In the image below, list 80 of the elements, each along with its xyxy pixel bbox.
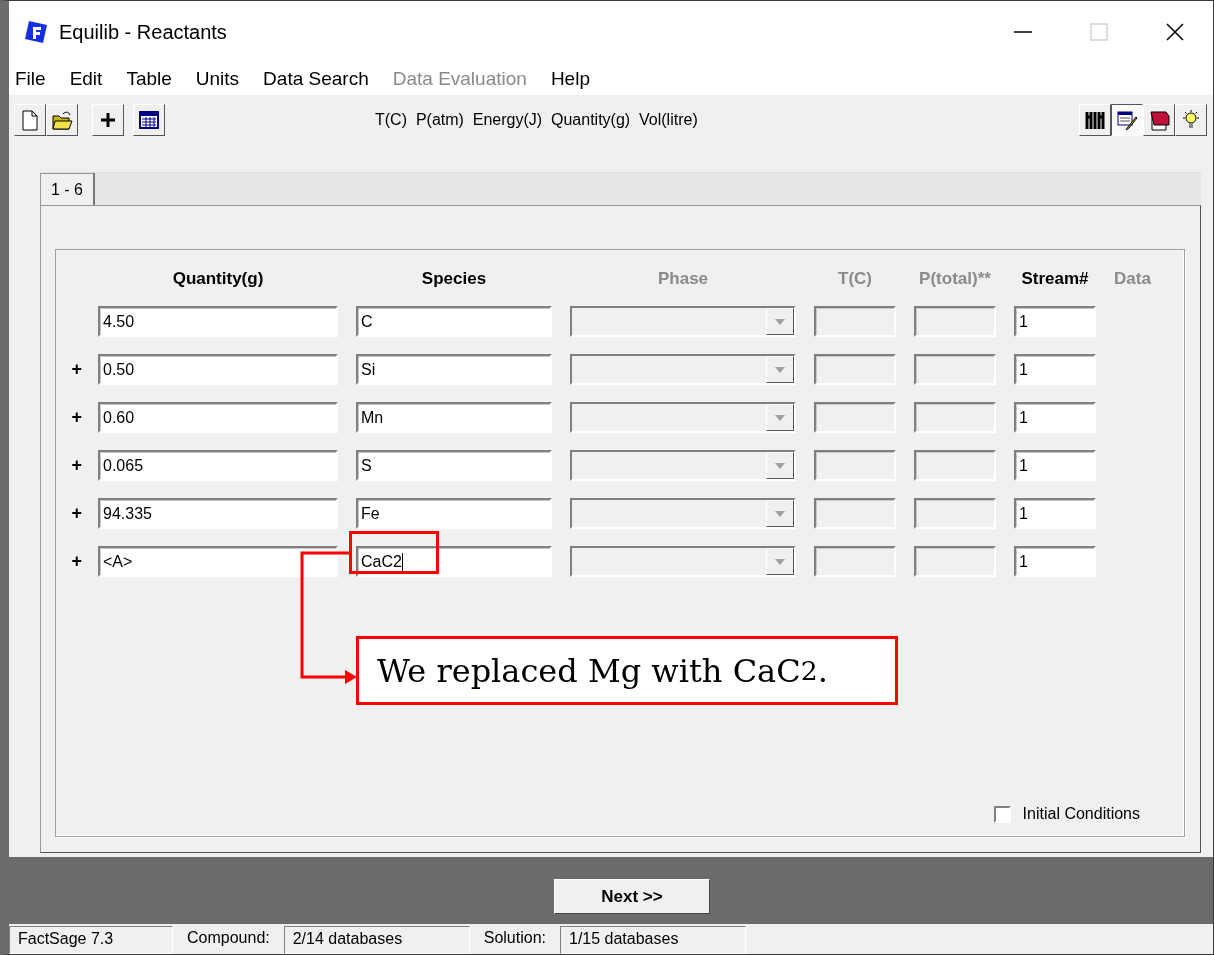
menu-item[interactable]: File xyxy=(15,68,46,90)
menu-item[interactable]: Help xyxy=(550,68,590,90)
book-icon xyxy=(1148,109,1170,131)
units-label: T(C) P(atm) Energy(J) Quantity(g) Vol(litre) xyxy=(375,111,698,129)
dropdown-caret-icon xyxy=(775,510,785,517)
column-header: Quantity(g) xyxy=(172,269,264,289)
quantity-field[interactable]: 94.335 xyxy=(98,498,338,529)
phase-dropdown[interactable] xyxy=(570,546,796,577)
plus-sign: + xyxy=(71,551,82,572)
status-panel: 2/14 databases xyxy=(283,926,470,954)
dropdown-caret-icon xyxy=(775,366,785,373)
quantity-field[interactable]: 0.60 xyxy=(98,402,338,433)
menu-item[interactable]: Table xyxy=(126,68,172,90)
column-header: P(total)** xyxy=(919,269,991,289)
temperature-field[interactable] xyxy=(814,306,896,337)
temperature-field[interactable] xyxy=(814,498,896,529)
phase-dropdown[interactable] xyxy=(570,306,796,337)
document-icon xyxy=(19,109,41,131)
species-field[interactable]: S xyxy=(356,450,552,481)
pressure-field[interactable] xyxy=(914,546,996,577)
plus-sign: + xyxy=(71,359,82,380)
quantity-field[interactable]: <A> xyxy=(98,546,338,577)
phase-dropdown[interactable] xyxy=(570,498,796,529)
pressure-field[interactable] xyxy=(914,402,996,433)
phase-dropdown[interactable] xyxy=(570,450,796,481)
pressure-field[interactable] xyxy=(914,306,996,337)
status-label: Solution: xyxy=(482,928,547,948)
plus-sign: + xyxy=(71,503,82,524)
table-icon xyxy=(138,109,160,131)
menu-item[interactable]: Units xyxy=(195,68,240,90)
menu-item[interactable]: Edit xyxy=(69,68,103,90)
toolbar-button[interactable] xyxy=(1111,104,1143,136)
species-field[interactable]: C xyxy=(356,306,552,337)
pressure-field[interactable] xyxy=(914,354,996,385)
column-header: Species xyxy=(421,269,487,289)
pressure-field[interactable] xyxy=(914,450,996,481)
temperature-field[interactable] xyxy=(814,450,896,481)
dropdown-caret-icon xyxy=(775,318,785,325)
phase-dropdown[interactable] xyxy=(570,402,796,433)
quantity-field[interactable]: 4.50 xyxy=(98,306,338,337)
column-header: Phase xyxy=(657,269,709,289)
species-field[interactable]: Si xyxy=(356,354,552,385)
close-icon[interactable] xyxy=(1165,22,1185,42)
stream-field[interactable]: 1 xyxy=(1014,498,1096,529)
stream-field[interactable]: 1 xyxy=(1014,546,1096,577)
stream-field[interactable]: 1 xyxy=(1014,402,1096,433)
table-edit-icon xyxy=(1116,109,1138,131)
pressure-field[interactable] xyxy=(914,498,996,529)
species-field[interactable]: Fe xyxy=(356,498,552,529)
column-header: T(C) xyxy=(838,269,872,289)
dropdown-caret-icon xyxy=(775,462,785,469)
checkbox-label: Initial Conditions xyxy=(1022,805,1140,823)
species-field[interactable]: Mn xyxy=(356,402,552,433)
next-button[interactable]: Next >> xyxy=(554,879,710,914)
phase-dropdown[interactable] xyxy=(570,354,796,385)
folder-icon xyxy=(51,109,73,131)
plus-sign: + xyxy=(71,455,82,476)
temperature-field[interactable] xyxy=(814,354,896,385)
temperature-field[interactable] xyxy=(814,402,896,433)
menu-item[interactable]: Data Search xyxy=(263,68,369,90)
window-title: Equilib - Reactants xyxy=(59,20,227,44)
quantity-field[interactable]: 0.50 xyxy=(98,354,338,385)
quantity-field[interactable]: 0.065 xyxy=(98,450,338,481)
checkbox[interactable] xyxy=(993,805,1011,823)
lightbulb-icon xyxy=(1180,109,1202,131)
stream-field[interactable]: 1 xyxy=(1014,354,1096,385)
dropdown-caret-icon xyxy=(775,414,785,421)
dropdown-caret-icon xyxy=(775,558,785,565)
stream-field[interactable]: 1 xyxy=(1014,450,1096,481)
species-field[interactable]: CaC2 xyxy=(356,546,552,577)
column-header: Stream# xyxy=(1021,269,1089,289)
stream-field[interactable]: 1 xyxy=(1014,306,1096,337)
column-header: Data xyxy=(1114,269,1151,289)
plus-sign: + xyxy=(71,407,82,428)
status-label: Compound: xyxy=(186,928,271,948)
temperature-field[interactable] xyxy=(814,546,896,577)
tab[interactable]: 1 - 6 xyxy=(40,173,95,206)
status-panel: 1/15 databases xyxy=(560,926,746,954)
status-panel: FactSage 7.3 xyxy=(9,926,173,954)
app-logo-icon xyxy=(23,19,49,45)
